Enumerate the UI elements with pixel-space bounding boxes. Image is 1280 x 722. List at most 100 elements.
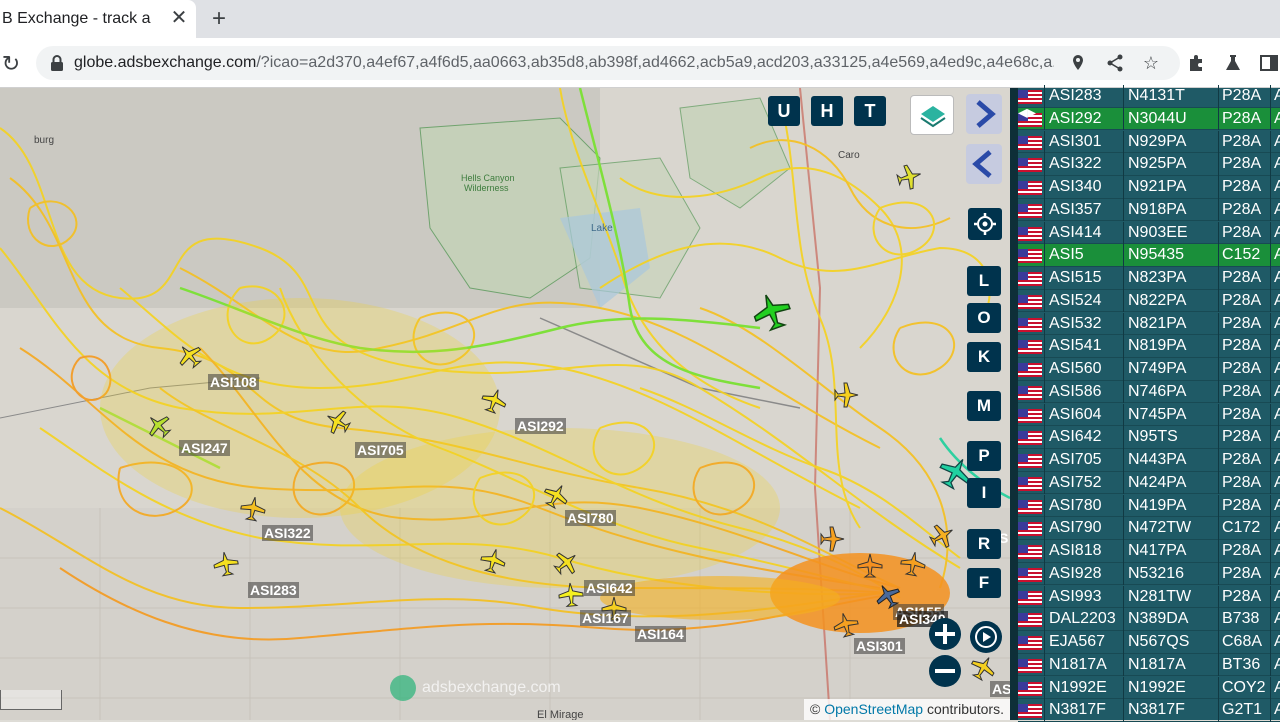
lock-icon[interactable] (50, 54, 64, 72)
aircraft-label-asi642[interactable]: ASI642 (584, 580, 635, 596)
table-row[interactable]: ASI928 N53216 P28A A (1018, 562, 1280, 586)
panel-resize-handle[interactable] (1010, 88, 1018, 720)
button-h[interactable]: H (811, 96, 843, 126)
aircraft-label-asi705[interactable]: ASI705 (355, 442, 406, 458)
labs-flask-icon[interactable] (1222, 52, 1244, 74)
button-p[interactable]: P (967, 441, 1001, 471)
table-row[interactable]: ASI541 N819PA P28A A (1018, 335, 1280, 358)
extra-cell: A (1274, 269, 1280, 286)
table-row[interactable]: ASI301 N929PA P28A A (1018, 130, 1280, 154)
table-row[interactable]: DAL2203 N389DA B738 A (1018, 608, 1280, 631)
table-row[interactable]: ASI560 N749PA P28A A (1018, 358, 1280, 381)
callsign-cell: ASI322 (1049, 155, 1102, 173)
aircraft-label-asi780[interactable]: ASI780 (565, 510, 616, 526)
registration-cell: N903EE (1128, 223, 1188, 241)
map-layers-button[interactable] (910, 95, 954, 135)
table-row[interactable]: N1992E N1992E COY2 A (1018, 676, 1280, 700)
callsign-cell: ASI283 (1049, 87, 1102, 104)
table-row[interactable]: ASI780 N419PA P28A A (1018, 494, 1280, 518)
table-row[interactable]: EJA567 N567QS C68A A (1018, 631, 1280, 654)
table-row[interactable]: ASI524 N822PA P28A A (1018, 289, 1280, 313)
type-cell: P28A (1222, 564, 1262, 582)
table-row[interactable]: ASI790 N472TW C172 A (1018, 517, 1280, 540)
table-row[interactable]: ASI515 N823PA P28A A (1018, 267, 1280, 290)
reload-icon[interactable]: ↻ (0, 51, 22, 77)
table-row[interactable]: ASI705 N443PA P28A A (1018, 449, 1280, 472)
extensions-icon[interactable] (1185, 52, 1207, 74)
extra-cell: A (1274, 519, 1280, 537)
table-row[interactable]: N3817F N3817F G2T1 A (1018, 699, 1280, 722)
registration-cell: N424PA (1128, 473, 1187, 491)
settings-button[interactable] (968, 208, 1002, 240)
registration-cell: N925PA (1128, 155, 1187, 173)
table-row[interactable]: ASI586 N746PA P28A A (1018, 380, 1280, 404)
button-k[interactable]: K (967, 342, 1001, 372)
side-panel-icon[interactable] (1258, 52, 1280, 74)
button-t[interactable]: T (854, 96, 886, 126)
extra-cell: A (1274, 587, 1280, 605)
callsign-cell: ASI524 (1049, 291, 1102, 309)
bookmark-star-icon[interactable]: ☆ (1140, 52, 1162, 74)
extra-cell: A (1274, 223, 1280, 241)
extra-cell: A (1274, 610, 1280, 628)
button-m[interactable]: M (967, 391, 1001, 421)
zoom-out-button[interactable] (929, 655, 961, 687)
button-o[interactable]: O (967, 303, 1001, 333)
type-cell: C68A (1222, 633, 1263, 650)
zoom-in-button[interactable] (929, 618, 961, 650)
map-view[interactable]: Hells Canyon Wilderness Lake burg Caro E… (0, 88, 1010, 720)
location-pin-icon[interactable] (1067, 52, 1089, 74)
table-row[interactable]: ASI5 N95435 C152 A (1018, 244, 1280, 267)
collapse-panel-button[interactable] (966, 144, 1002, 184)
aircraft-label-asi322[interactable]: ASI322 (262, 525, 313, 541)
button-i[interactable]: I (967, 478, 1001, 508)
type-cell: P28A (1222, 360, 1262, 377)
table-row[interactable]: ASI642 N95TS P28A A (1018, 426, 1280, 449)
table-row[interactable]: ASI532 N821PA P28A A (1018, 312, 1280, 336)
table-row[interactable]: N1817A N1817A BT36 A (1018, 653, 1280, 677)
us-flag-icon (1018, 294, 1042, 309)
aircraft-label-asi292[interactable]: ASI292 (515, 418, 566, 434)
new-tab-icon[interactable]: + (206, 6, 232, 32)
resize-arrows-icon[interactable]: ◂▸ (1012, 100, 1042, 124)
table-row[interactable]: ASI414 N903EE P28A A (1018, 221, 1280, 245)
close-tab-icon[interactable]: ✕ (168, 7, 190, 29)
table-row[interactable]: ASI604 N745PA P28A A (1018, 403, 1280, 427)
type-cell: P28A (1222, 337, 1262, 355)
us-flag-icon (1018, 545, 1042, 559)
table-row[interactable]: ASI357 N918PA P28A A (1018, 198, 1280, 222)
table-row[interactable]: ASI340 N921PA P28A A (1018, 176, 1280, 199)
table-row[interactable]: ASI752 N424PA P28A A (1018, 471, 1280, 495)
callsign-cell: ASI604 (1049, 405, 1102, 423)
extra-cell: A (1274, 473, 1280, 491)
aircraft-label-asi247[interactable]: ASI247 (179, 440, 230, 456)
table-row[interactable]: ASI322 N925PA P28A A (1018, 153, 1280, 176)
tab-active[interactable]: B Exchange - track a ✕ (0, 0, 196, 38)
aircraft-label-edge[interactable]: AS (990, 681, 1010, 697)
table-row[interactable]: ASI818 N417PA P28A A (1018, 540, 1280, 563)
button-u[interactable]: U (768, 96, 800, 126)
button-r[interactable]: R (967, 529, 1001, 559)
map-attribution: © OpenStreetMap contributors. (804, 699, 1010, 720)
aircraft-label-asi167[interactable]: ASI167 (580, 610, 631, 626)
address-bar[interactable]: globe.adsbexchange.com/?icao=a2d370,a4ef… (36, 46, 1180, 80)
replay-button[interactable] (970, 621, 1002, 653)
map-canvas[interactable]: Hells Canyon Wilderness Lake burg Caro E… (0, 88, 1010, 720)
wilderness-label: Wilderness (464, 183, 509, 193)
openstreetmap-link[interactable]: OpenStreetMap (824, 701, 923, 717)
table-row[interactable]: ASI283 N4131T P28A A (1018, 85, 1280, 108)
button-l[interactable]: L (967, 266, 1001, 296)
expand-panel-button[interactable] (966, 94, 1002, 134)
us-flag-icon (1018, 181, 1042, 195)
button-f[interactable]: F (967, 568, 1001, 598)
extra-cell: A (1274, 314, 1280, 332)
table-row[interactable]: ASI993 N281TW P28A A (1018, 585, 1280, 609)
table-row[interactable]: ASI292 N3044U P28A A (1018, 107, 1280, 131)
extra-cell: A (1274, 633, 1280, 650)
share-icon[interactable] (1104, 52, 1126, 74)
aircraft-label-asi164[interactable]: ASI164 (635, 626, 686, 642)
aircraft-label-asi283[interactable]: ASI283 (248, 582, 299, 598)
registration-cell: N929PA (1128, 132, 1187, 150)
aircraft-label-asi301[interactable]: ASI301 (854, 638, 905, 654)
aircraft-label-asi108[interactable]: ASI108 (208, 374, 259, 390)
